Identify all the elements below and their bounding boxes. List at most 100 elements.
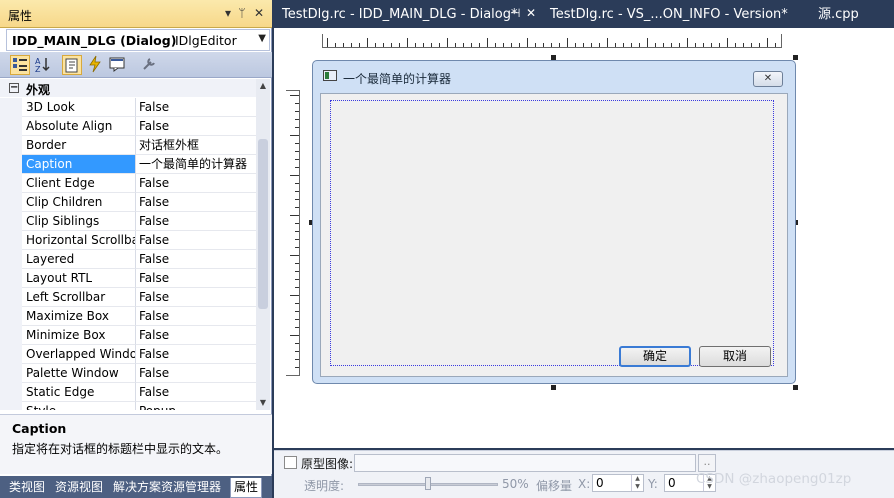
resize-handle-bottom[interactable]	[551, 385, 556, 390]
property-row[interactable]: Caption 一个最简单的计算器	[0, 155, 256, 174]
transparency-slider-thumb[interactable]	[425, 477, 431, 490]
property-row[interactable]: Client Edge False	[0, 174, 256, 193]
property-row[interactable]: StylePopup	[0, 402, 256, 410]
property-value[interactable]: 一个最简单的计算器	[136, 155, 256, 174]
property-row[interactable]: Absolute Align False	[0, 117, 256, 136]
property-value[interactable]: False	[136, 250, 256, 269]
property-row[interactable]: Horizontal Scrollba False	[0, 231, 256, 250]
property-value[interactable]: False	[136, 212, 256, 231]
property-row[interactable]: 3D Look False	[0, 98, 256, 117]
alphabetical-icon[interactable]: AZ	[34, 55, 54, 75]
offset-y-value: 0	[668, 476, 676, 490]
resize-handle-top-right[interactable]	[793, 55, 798, 60]
property-value[interactable]: False	[136, 383, 256, 402]
property-row[interactable]: Palette Window False	[0, 364, 256, 383]
property-name: Left Scrollbar	[22, 288, 136, 307]
property-value[interactable]: False	[136, 288, 256, 307]
property-value[interactable]: False	[136, 231, 256, 250]
transparency-value: 50%	[502, 477, 529, 491]
property-value[interactable]: False	[136, 174, 256, 193]
property-value[interactable]: False	[136, 364, 256, 383]
property-value[interactable]: False	[136, 326, 256, 345]
tab-source-cpp[interactable]: 源.cpp	[818, 5, 859, 27]
ruler-tick	[295, 143, 299, 144]
properties-title-bar[interactable]: 属性 ▾ ᛘ ✕	[0, 0, 272, 28]
property-grid-scrollbar[interactable]: ▲ ▼	[256, 79, 270, 410]
resize-handle-bottom-right[interactable]	[793, 385, 798, 390]
events-icon[interactable]	[86, 55, 106, 75]
ok-button[interactable]: 确定	[619, 346, 691, 367]
property-row[interactable]: Clip Children False	[0, 193, 256, 212]
close-icon[interactable]: ✕	[251, 5, 267, 21]
property-name: Palette Window	[22, 364, 136, 383]
vertical-ruler[interactable]	[286, 90, 300, 376]
property-name: Overlapped Windo	[22, 345, 136, 364]
ruler-tick	[479, 43, 480, 47]
pin-tab-icon[interactable]: ⊣	[510, 6, 520, 20]
categorized-icon[interactable]	[10, 55, 30, 75]
scroll-up-icon[interactable]: ▲	[256, 79, 270, 93]
property-value[interactable]: False	[136, 345, 256, 364]
ruler-tick	[415, 43, 416, 47]
tab-resource-view[interactable]: 资源视图	[52, 478, 106, 498]
property-row[interactable]: Border 对话框外框	[0, 136, 256, 155]
property-value[interactable]: Popup	[136, 402, 256, 410]
property-name: Caption	[22, 155, 136, 174]
dialog-preview[interactable]: 一个最简单的计算器 ✕ 确定 取消	[312, 60, 796, 384]
scroll-down-icon[interactable]: ▼	[256, 396, 270, 410]
image-path-input[interactable]	[354, 454, 696, 472]
property-row[interactable]: Overlapped Windo False	[0, 345, 256, 364]
ruler-tick	[295, 327, 299, 328]
tab-dialog-editor[interactable]: TestDlg.rc - IDD_MAIN_DLG - Dialog*	[282, 5, 517, 27]
ruler-tick	[295, 207, 299, 208]
tab-version-editor[interactable]: TestDlg.rc - VS_...ON_INFO - Version*	[550, 5, 788, 27]
object-selector[interactable]: IDD_MAIN_DLG (Dialog) IDlgEditor ▼	[6, 29, 270, 51]
chevron-down-icon[interactable]: ▼	[258, 33, 266, 44]
auto-hide-pin-icon[interactable]: ᛘ	[234, 5, 250, 21]
tab-solution-explorer[interactable]: 解决方案资源管理器	[110, 478, 224, 498]
prototype-image-checkbox[interactable]	[284, 456, 297, 469]
browse-button[interactable]: ..	[698, 454, 716, 472]
ruler-tick	[495, 43, 496, 47]
property-row[interactable]: Maximize Box False	[0, 307, 256, 326]
close-icon[interactable]: ✕	[753, 71, 783, 87]
property-value[interactable]: False	[136, 193, 256, 212]
property-row[interactable]: Left Scrollbar False	[0, 288, 256, 307]
horizontal-ruler[interactable]	[322, 34, 782, 48]
ruler-tick	[727, 38, 728, 47]
ruler-tick	[615, 43, 616, 47]
ruler-tick	[295, 287, 299, 288]
property-row[interactable]: Layout RTL False	[0, 269, 256, 288]
close-tab-icon[interactable]: ✕	[526, 6, 536, 20]
property-value[interactable]: 对话框外框	[136, 136, 256, 155]
cancel-button[interactable]: 取消	[699, 346, 771, 367]
offset-x-input[interactable]: 0 ▲ ▼	[592, 474, 644, 492]
property-value[interactable]: False	[136, 269, 256, 288]
ruler-tick	[295, 311, 299, 312]
spinner-icon[interactable]: ▲ ▼	[631, 475, 643, 491]
property-row[interactable]: Layered False	[0, 250, 256, 269]
ruler-tick	[295, 351, 299, 352]
tab-class-view[interactable]: 类视图	[6, 478, 48, 498]
ruler-tick	[623, 43, 624, 47]
property-row[interactable]: Clip Siblings False	[0, 212, 256, 231]
property-row[interactable]: Minimize Box False	[0, 326, 256, 345]
scrollbar-thumb[interactable]	[258, 139, 268, 309]
property-pages-icon[interactable]	[140, 55, 160, 75]
property-value[interactable]: False	[136, 117, 256, 136]
tab-properties[interactable]: 属性	[230, 478, 263, 498]
dialog-client-area[interactable]: 确定 取消	[320, 93, 788, 377]
property-value[interactable]: False	[136, 307, 256, 326]
ruler-tick	[295, 183, 299, 184]
ruler-tick	[567, 38, 568, 47]
category-row-appearance[interactable]: − 外观	[0, 79, 256, 97]
properties-icon[interactable]	[62, 55, 82, 75]
property-name: Layered	[22, 250, 136, 269]
dialog-design-surface[interactable]: 一个最简单的计算器 ✕ 确定 取消	[274, 28, 894, 448]
dialog-title-bar[interactable]: 一个最简单的计算器 ✕	[313, 61, 795, 91]
property-value[interactable]: False	[136, 98, 256, 117]
ruler-tick	[295, 303, 299, 304]
messages-icon[interactable]	[108, 55, 128, 75]
collapse-icon[interactable]: −	[9, 83, 19, 93]
property-row[interactable]: Static Edge False	[0, 383, 256, 402]
